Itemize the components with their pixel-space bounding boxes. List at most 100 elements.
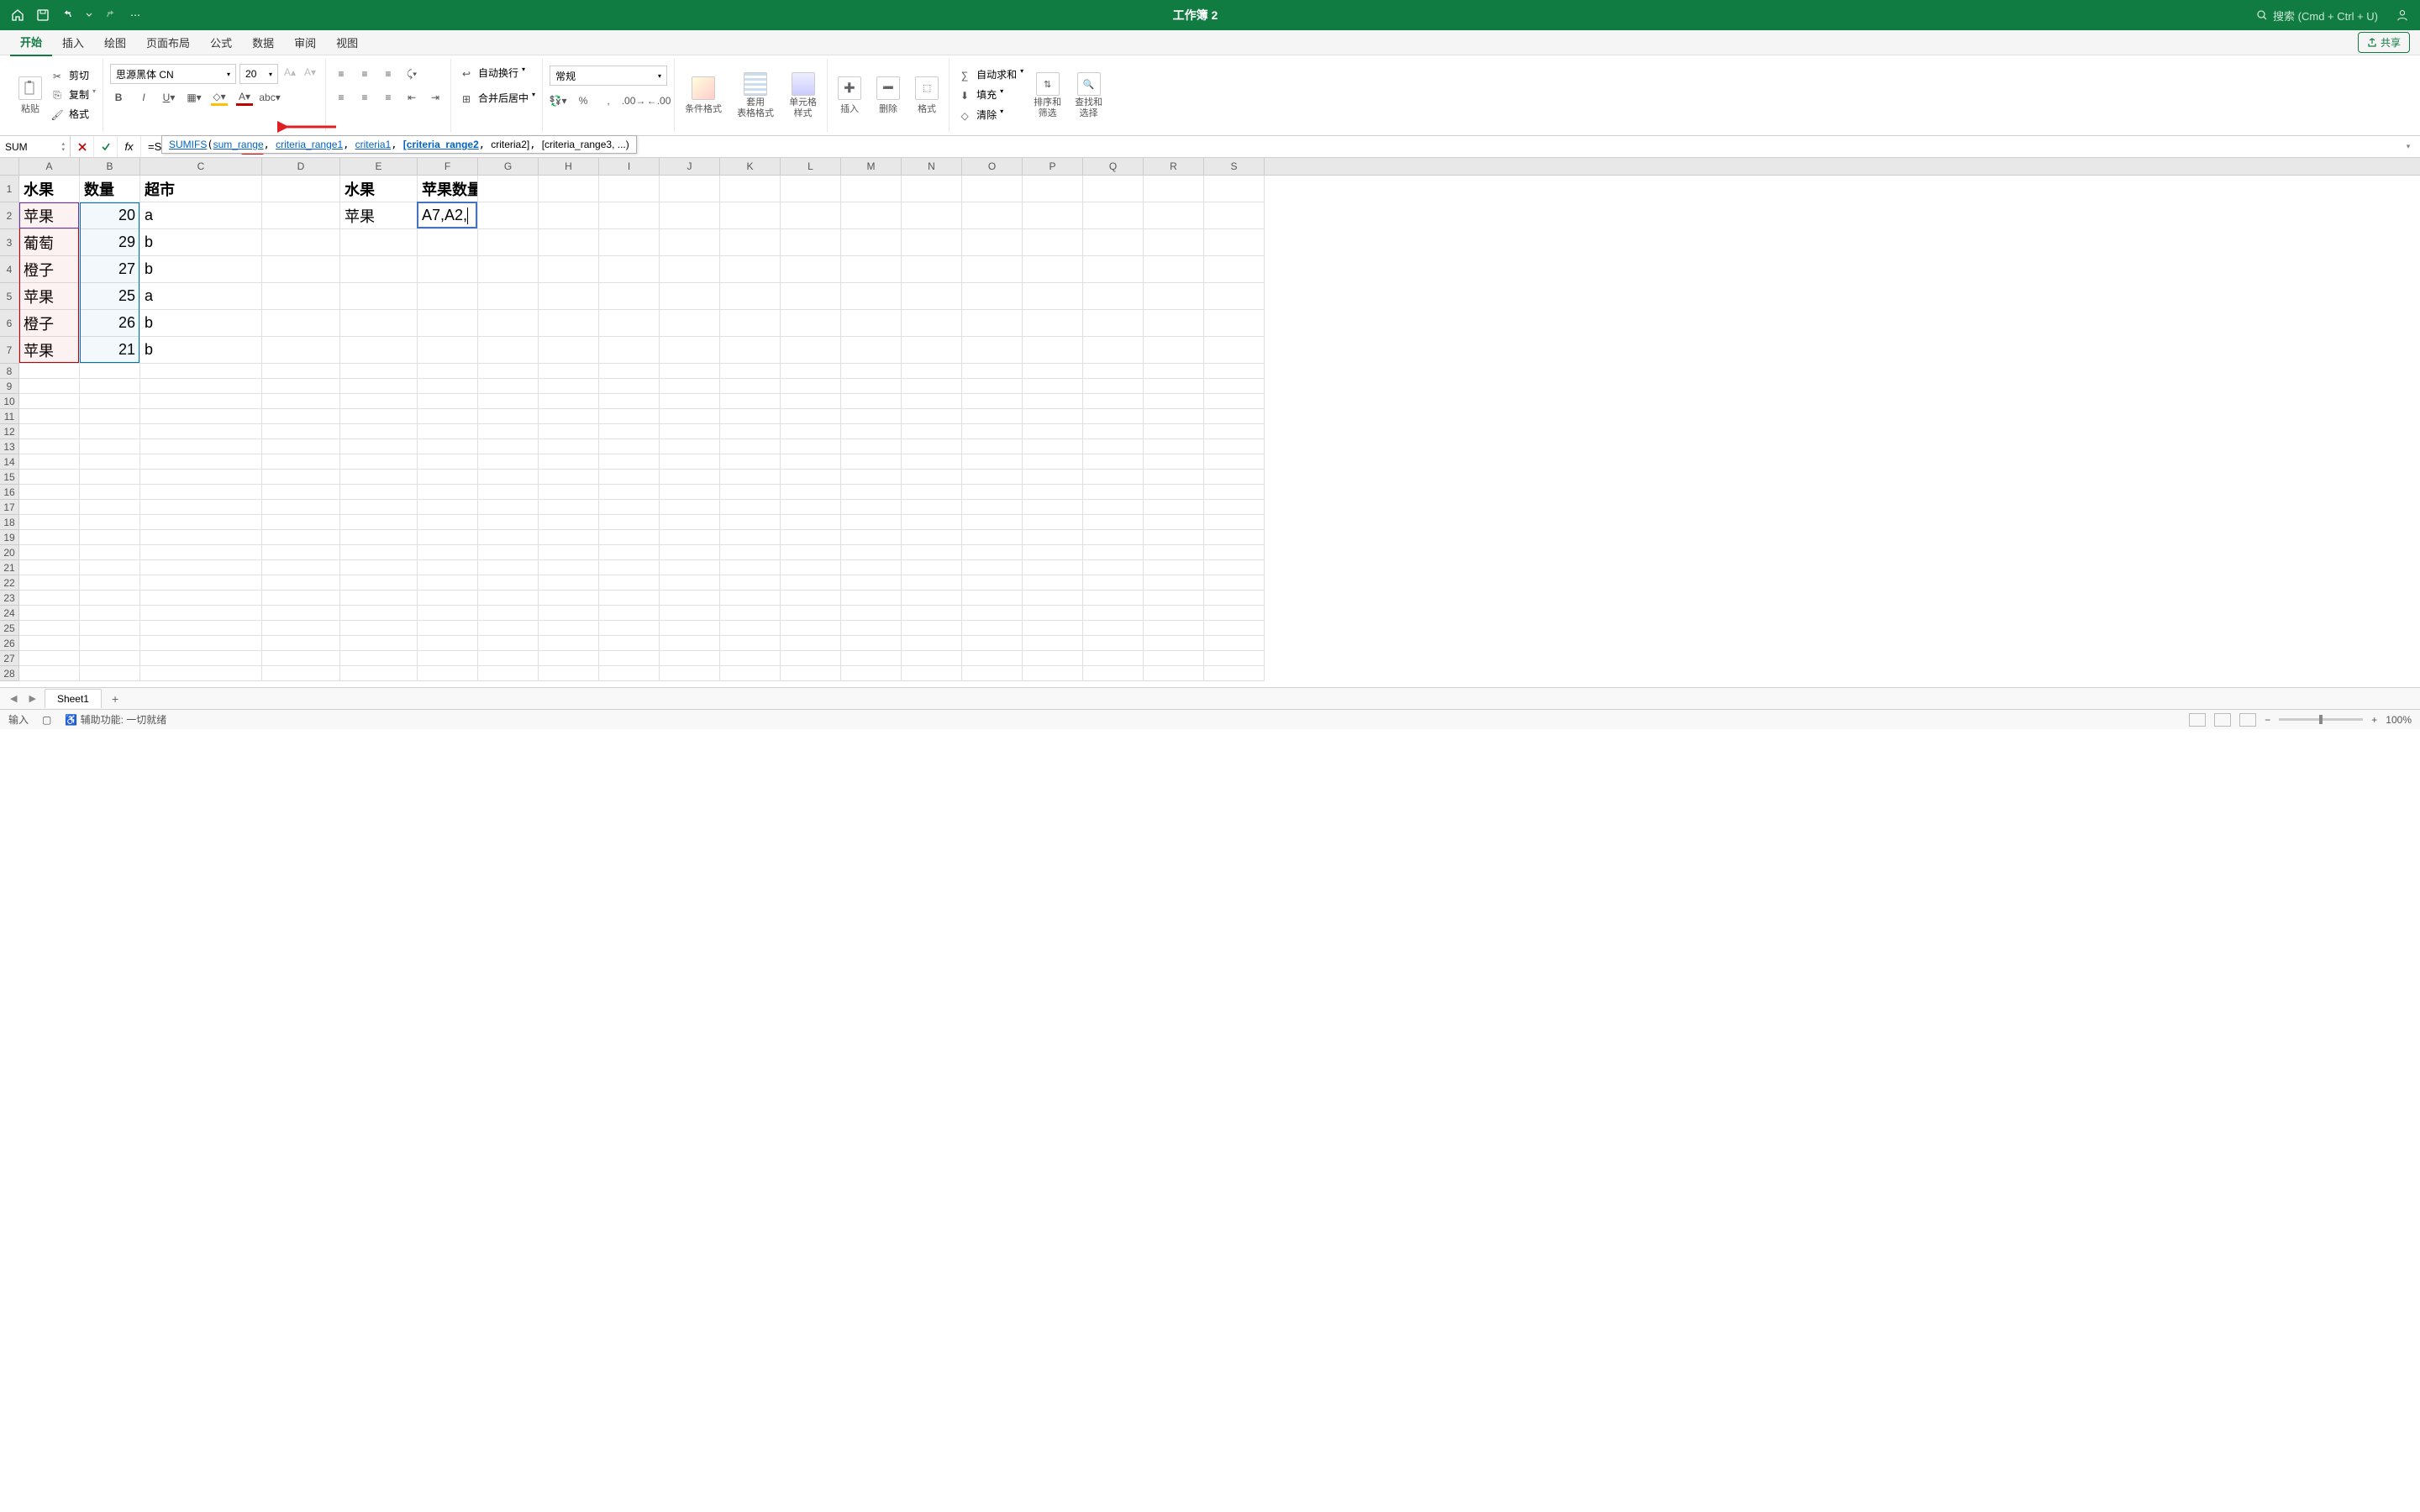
cell[interactable] [841,500,902,515]
cell[interactable] [340,394,418,409]
cell[interactable]: 29 [80,229,140,256]
cell[interactable] [1083,606,1144,621]
cell[interactable] [902,651,962,666]
cell[interactable] [962,379,1023,394]
cell[interactable] [478,424,539,439]
cell[interactable] [1083,666,1144,681]
col-header-D[interactable]: D [262,158,340,175]
row-header-17[interactable]: 17 [0,500,18,515]
cell[interactable] [262,229,340,256]
cell[interactable]: a [140,202,262,229]
cell[interactable] [1083,176,1144,202]
cell[interactable] [841,176,902,202]
cell[interactable] [539,560,599,575]
cell[interactable] [262,560,340,575]
cell[interactable] [140,560,262,575]
row-header-10[interactable]: 10 [0,394,18,409]
name-box-dropdown-icon[interactable]: ▴▾ [61,141,65,153]
cell[interactable]: 苹果 [19,283,80,310]
more-icon[interactable]: ⋯ [128,8,143,23]
macro-record-icon[interactable]: ▢ [42,714,51,726]
cell[interactable] [962,229,1023,256]
cell[interactable] [478,591,539,606]
cell[interactable] [539,500,599,515]
cell[interactable] [418,337,478,364]
cell[interactable] [80,470,140,485]
cell[interactable] [1144,591,1204,606]
cell[interactable] [962,500,1023,515]
cell[interactable] [140,651,262,666]
cell[interactable] [720,283,781,310]
cell[interactable] [1144,439,1204,454]
cell[interactable] [720,636,781,651]
cell[interactable] [1083,424,1144,439]
cell[interactable] [340,560,418,575]
tab-data[interactable]: 数据 [242,29,284,55]
cell[interactable] [1144,283,1204,310]
cell[interactable] [962,606,1023,621]
cell[interactable] [418,409,478,424]
cell[interactable] [660,666,720,681]
tab-draw[interactable]: 绘图 [94,29,136,55]
row-header-13[interactable]: 13 [0,439,18,454]
underline-button[interactable]: U▾ [160,89,177,106]
cell[interactable] [781,485,841,500]
cell[interactable] [599,409,660,424]
cell[interactable] [660,310,720,337]
cell[interactable] [418,229,478,256]
cell[interactable] [720,500,781,515]
cell[interactable] [1144,454,1204,470]
cell[interactable]: 超市 [140,176,262,202]
cell[interactable] [262,424,340,439]
cell[interactable] [599,621,660,636]
cell[interactable] [781,337,841,364]
cell[interactable] [841,606,902,621]
row-header-15[interactable]: 15 [0,470,18,485]
cell[interactable] [720,666,781,681]
cell[interactable] [841,651,902,666]
cell[interactable] [539,310,599,337]
cell[interactable] [781,310,841,337]
cell[interactable] [781,666,841,681]
undo-dropdown-icon[interactable] [86,8,92,23]
cell[interactable] [340,636,418,651]
cell[interactable] [1083,409,1144,424]
cell[interactable] [962,310,1023,337]
cell[interactable] [539,666,599,681]
cell[interactable] [599,364,660,379]
cell[interactable] [1023,500,1083,515]
cell[interactable] [19,470,80,485]
cell[interactable] [660,394,720,409]
search-input[interactable]: 搜索 (Cmd + Ctrl + U) [2248,5,2386,26]
cell[interactable] [1083,591,1144,606]
autosum-button[interactable]: ∑自动求和▾ [956,67,1023,84]
cell[interactable] [781,283,841,310]
cell[interactable] [599,310,660,337]
cell[interactable] [902,256,962,283]
cell[interactable] [418,394,478,409]
cell[interactable] [660,545,720,560]
cell[interactable] [262,636,340,651]
cell[interactable] [1144,337,1204,364]
cell[interactable] [660,439,720,454]
cell[interactable] [962,470,1023,485]
cell[interactable] [841,364,902,379]
cell[interactable] [599,575,660,591]
cell[interactable] [962,283,1023,310]
cell[interactable] [340,439,418,454]
cell[interactable] [720,515,781,530]
cell[interactable] [340,379,418,394]
cells-area[interactable]: 水果数量超市水果苹果数量苹果20a苹果A7,A2,葡萄29b橙子27b苹果25a… [19,176,1265,681]
cell[interactable] [1023,591,1083,606]
cell[interactable] [781,545,841,560]
cell[interactable]: 苹果 [340,202,418,229]
cell[interactable] [1083,394,1144,409]
row-header-9[interactable]: 9 [0,379,18,394]
sort-filter-button[interactable]: ⇅排序和 筛选 [1030,71,1065,119]
cell[interactable] [1083,515,1144,530]
cell[interactable] [340,470,418,485]
cell[interactable] [478,621,539,636]
view-normal-button[interactable] [2189,713,2206,727]
cell[interactable] [262,500,340,515]
cell[interactable] [19,651,80,666]
